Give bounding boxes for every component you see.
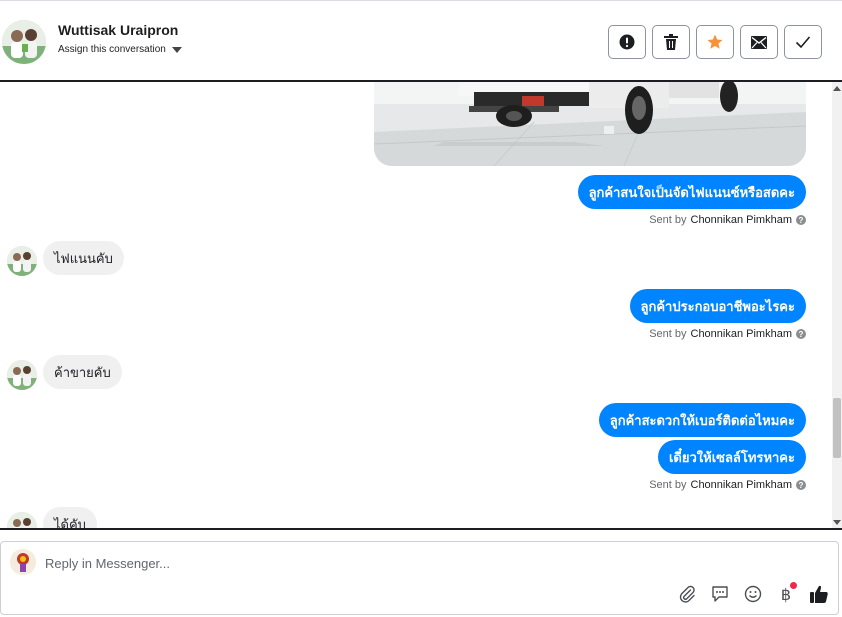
agent-name: Chonnikan Pimkham [690, 479, 793, 491]
saved-replies-button[interactable] [709, 582, 731, 606]
scrollbar-thumb[interactable] [833, 398, 841, 458]
composer-divider [0, 528, 842, 530]
email-button[interactable] [740, 25, 778, 59]
outgoing-message[interactable]: ลูกค้าประกอบอาชีพอะไรคะ [629, 289, 806, 323]
sent-by-label: Sent by Chonnikan Pimkham ? [649, 479, 806, 491]
sent-by-label: Sent by Chonnikan Pimkham ? [649, 214, 806, 226]
conversation-panel: Wuttisak Uraipron Assign this conversati… [0, 0, 842, 617]
help-icon[interactable]: ? [796, 329, 806, 339]
alert-icon [619, 34, 635, 50]
contact-avatar[interactable] [2, 20, 46, 64]
incoming-message[interactable]: ค้าขายคับ [43, 355, 122, 389]
agent-name: Chonnikan Pimkham [690, 214, 793, 226]
conversation-header: Wuttisak Uraipron Assign this conversati… [0, 0, 842, 82]
agent-name: Chonnikan Pimkham [690, 328, 793, 340]
assign-label: Assign this conversation [58, 44, 166, 55]
chat-scrollbar[interactable] [832, 82, 842, 529]
sent-by-prefix: Sent by [649, 328, 687, 340]
composer-tools: ฿ [676, 582, 830, 606]
conversation-actions [608, 25, 822, 59]
delete-button[interactable] [652, 25, 690, 59]
checkmark-icon [795, 36, 811, 49]
mark-done-button[interactable] [784, 25, 822, 59]
outgoing-message[interactable]: ลูกค้าสนใจเป็นจัดไฟแนนซ์หรือสดคะ [577, 175, 806, 209]
outgoing-message[interactable]: ลูกค้าสะดวกให้เบอร์ติดต่อไหมคะ [598, 403, 806, 437]
caret-down-icon [171, 46, 182, 53]
payment-button[interactable]: ฿ [775, 582, 797, 606]
shared-vehicle-photo[interactable] [374, 82, 806, 166]
reply-composer: ฿ [0, 541, 839, 615]
like-button[interactable] [808, 582, 830, 606]
attach-file-button[interactable] [676, 582, 698, 606]
message-thread[interactable]: ลูกค้าสนใจเป็นจัดไฟแนนซ์หรือสดคะ Sent by… [0, 82, 842, 529]
contact-name: Wuttisak Uraipron [58, 22, 179, 38]
incoming-message[interactable]: ได้คับ [43, 507, 97, 529]
sent-by-label: Sent by Chonnikan Pimkham ? [649, 328, 806, 340]
contact-avatar-small[interactable] [7, 360, 37, 390]
scroll-down-arrow-icon[interactable] [833, 520, 841, 525]
contact-avatar-small[interactable] [7, 246, 37, 276]
mark-spam-button[interactable] [608, 25, 646, 59]
sent-by-prefix: Sent by [649, 479, 687, 491]
envelope-icon [751, 35, 767, 49]
star-icon [707, 34, 723, 49]
notification-dot [790, 582, 797, 589]
paperclip-icon [679, 585, 695, 603]
help-icon[interactable]: ? [796, 480, 806, 490]
incoming-message[interactable]: ไฟแนนคับ [43, 241, 124, 275]
outgoing-message[interactable]: เดี๋ยวให้เซลล์โทรหาคะ [657, 440, 806, 474]
trash-icon [664, 34, 678, 50]
thumbs-up-icon [810, 585, 828, 603]
scroll-up-arrow-icon[interactable] [833, 86, 841, 91]
help-icon[interactable]: ? [796, 215, 806, 225]
sent-by-prefix: Sent by [649, 214, 687, 226]
star-button[interactable] [696, 25, 734, 59]
reply-input[interactable] [45, 552, 645, 574]
assign-conversation-dropdown[interactable]: Assign this conversation [58, 44, 182, 55]
page-avatar [10, 549, 36, 575]
saved-reply-icon [712, 586, 728, 602]
contact-avatar-small[interactable] [7, 512, 37, 529]
emoji-icon [744, 585, 762, 603]
emoji-button[interactable] [742, 582, 764, 606]
